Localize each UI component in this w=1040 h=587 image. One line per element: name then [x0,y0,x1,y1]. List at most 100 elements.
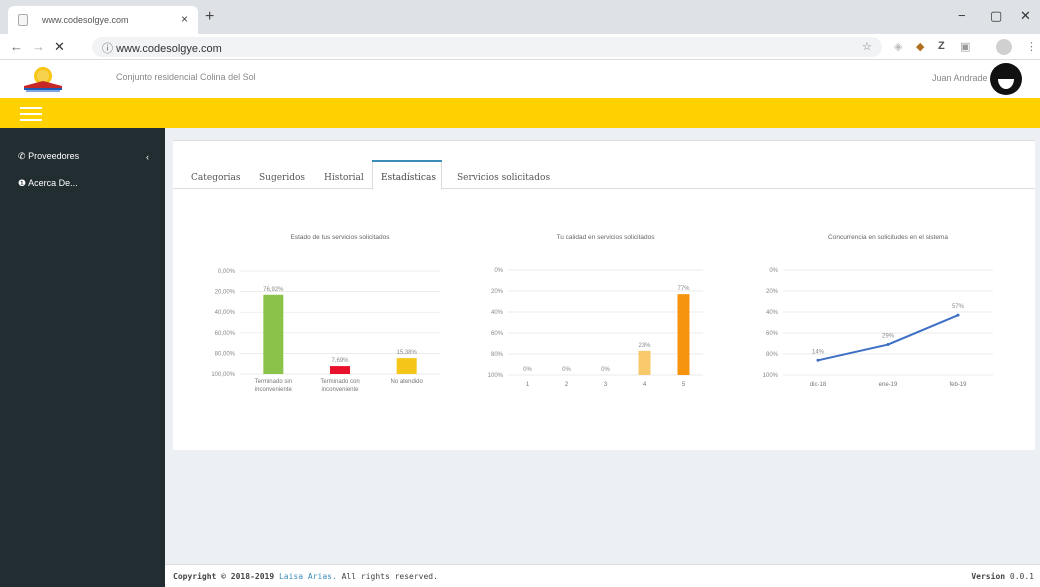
x-tick-label: 3 [604,382,608,388]
x-tick-label: Terminado sin [255,379,292,385]
data-label: 23% [638,343,651,349]
browser-tab-strip: www.codesolgye.com × + − ▢ ✕ [0,0,1040,34]
browser-profile-avatar[interactable] [996,39,1012,55]
minimize-icon[interactable]: − [958,8,966,23]
menu-toggle-icon[interactable] [20,107,42,121]
x-tick-label: 1 [526,382,530,388]
y-tick-label: 80,00% [215,351,236,357]
x-tick-label: Terminado con [320,379,359,385]
tab-categorias[interactable]: Categorias [191,173,241,183]
url-text: www.codesolgye.com [116,43,222,55]
bar [677,294,690,375]
chart-title: Estado de tus servicios solicitados [291,234,391,241]
data-label: 0% [601,367,610,373]
sidebar-item-label: Proveedores [28,151,80,161]
y-tick-label: 80% [766,352,779,358]
y-tick-label: 80% [491,352,504,358]
org-name: Conjunto residencial Colina del Sol [116,72,256,82]
data-label: 7,69% [331,358,349,364]
y-tick-label: 20% [766,289,779,295]
info-icon[interactable]: ⓘ [102,43,113,55]
stats-card: Categorias Sugeridos Historial Estadísti… [173,140,1035,450]
back-icon[interactable]: ← [10,39,23,54]
copyright-prefix: Copyright © 2018-2019 [173,572,275,581]
extension-cube-icon[interactable]: ◆ [916,40,924,53]
active-tab-indicator [372,160,442,162]
y-tick-label: 60% [491,331,504,337]
x-tick-label: dic-18 [810,382,827,388]
tab-sugeridos[interactable]: Sugeridos [259,173,305,183]
data-label: 57% [952,304,965,310]
bar [330,366,350,374]
chart-title: Tu calidad en servicios solicitados [556,234,655,241]
phone-icon: ✆ [18,151,26,161]
footer: Copyright © 2018-2019 Laisa Arias. All r… [165,564,1040,587]
y-tick-label: 60% [766,331,779,337]
author-link[interactable]: Laisa Arias. [279,572,337,581]
extension-box-icon[interactable]: ▣ [960,40,970,53]
data-label: 15,38% [396,350,417,356]
maximize-icon[interactable]: ▢ [990,8,1002,24]
y-tick-label: 40,00% [215,310,236,316]
y-tick-label: 40% [766,310,779,316]
browser-tab-title: www.codesolgye.com [42,15,129,25]
extension-icon[interactable]: ◈ [894,40,902,53]
page-favicon-icon [18,14,28,26]
rights-text: All rights reserved. [341,572,438,581]
url-field[interactable]: ⓘ www.codesolgye.com [92,37,882,57]
close-window-icon[interactable]: ✕ [1020,8,1031,24]
x-tick-label: inconveniente [321,387,359,393]
bar [263,294,284,374]
y-tick-label: 100% [763,373,779,379]
browser-menu-icon[interactable]: ⋮ [1026,40,1037,53]
data-label: 14% [812,349,825,355]
chart-title: Concurrencia en solicitudes en el sistem… [828,234,948,241]
y-tick-label: 20,00% [215,290,236,296]
data-point [956,313,960,317]
x-tick-label: No atendido [390,379,423,385]
browser-tab[interactable]: www.codesolgye.com × [8,6,198,34]
app-header: Conjunto residencial Colina del Sol Juan… [0,60,1040,98]
version-number: 0.0.1 [1009,572,1034,581]
x-tick-label: ene-19 [879,382,898,388]
tab-estadisticas[interactable]: Estadísticas [381,173,436,183]
close-tab-icon[interactable]: × [181,12,188,26]
x-tick-label: 2 [565,382,569,388]
user-name[interactable]: Juan Andrade [932,73,988,83]
tab-bar: Categorias Sugeridos Historial Estadísti… [173,141,1035,190]
version: Version 0.0.1 [971,572,1034,581]
chart-calidad-servicios: Tu calidad en servicios solicitados 100% 8… [478,231,708,416]
chart-concurrencia: Concurrencia en solicitudes en el sistem… [753,231,1003,416]
top-navbar [0,98,1040,128]
chart-estado-servicios: Estado de tus servicios solicitados 100,0… [195,231,445,416]
user-avatar[interactable] [990,63,1022,95]
data-label: 29% [882,334,895,340]
copyright: Copyright © 2018-2019 Laisa Arias. All r… [173,572,438,581]
x-tick-label: 4 [643,382,647,388]
bar [638,350,651,375]
x-tick-label: 5 [682,382,686,388]
data-label: 77% [677,286,690,292]
version-label: Version [971,572,1006,581]
data-point [816,358,820,362]
residential-logo [24,67,62,92]
zotero-extension-icon[interactable]: Z [938,40,945,52]
bookmark-star-icon[interactable]: ☆ [862,40,872,53]
data-label: 0% [523,367,532,373]
new-tab-button[interactable]: + [205,8,214,26]
sidebar-item-acerca[interactable]: ❶ Acerca De... [18,178,78,189]
data-label: 0% [562,367,571,373]
y-tick-label: 20% [491,289,504,295]
bar [396,358,417,374]
sidebar-item-proveedores[interactable]: ✆ Proveedores [18,151,79,162]
info-circle-icon: ❶ [18,178,27,188]
forward-icon[interactable]: → [32,39,45,54]
y-tick-label: 60,00% [215,331,236,337]
sidebar: ✆ Proveedores ‹ ❶ Acerca De... [0,128,165,587]
address-bar-row: ← → ✕ ⓘ www.codesolgye.com ☆ ◈ ◆ Z ▣ ⋮ [0,34,1040,60]
tab-servicios-solicitados[interactable]: Servicios solicitados [457,173,550,183]
stop-icon[interactable]: ✕ [54,39,65,55]
chevron-left-icon[interactable]: ‹ [146,152,149,162]
sidebar-item-label: Acerca De... [28,178,78,188]
tab-historial[interactable]: Historial [324,173,364,183]
